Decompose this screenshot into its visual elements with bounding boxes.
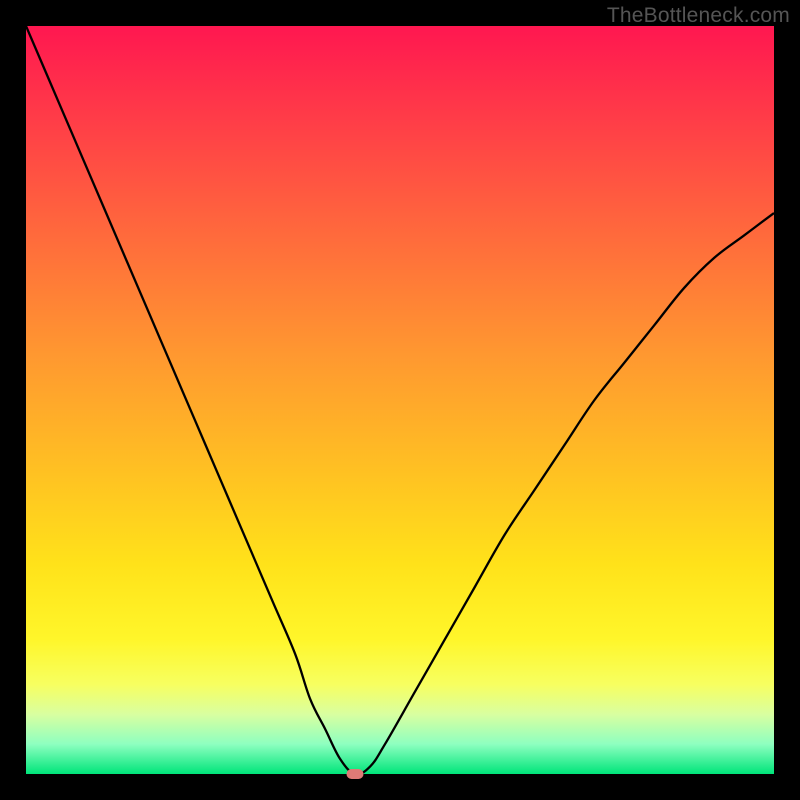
curve-layer [26, 26, 774, 774]
chart-frame: TheBottleneck.com [0, 0, 800, 800]
min-marker [347, 769, 364, 779]
bottleneck-curve [26, 26, 774, 774]
plot-area [26, 26, 774, 774]
watermark-label: TheBottleneck.com [607, 4, 790, 28]
